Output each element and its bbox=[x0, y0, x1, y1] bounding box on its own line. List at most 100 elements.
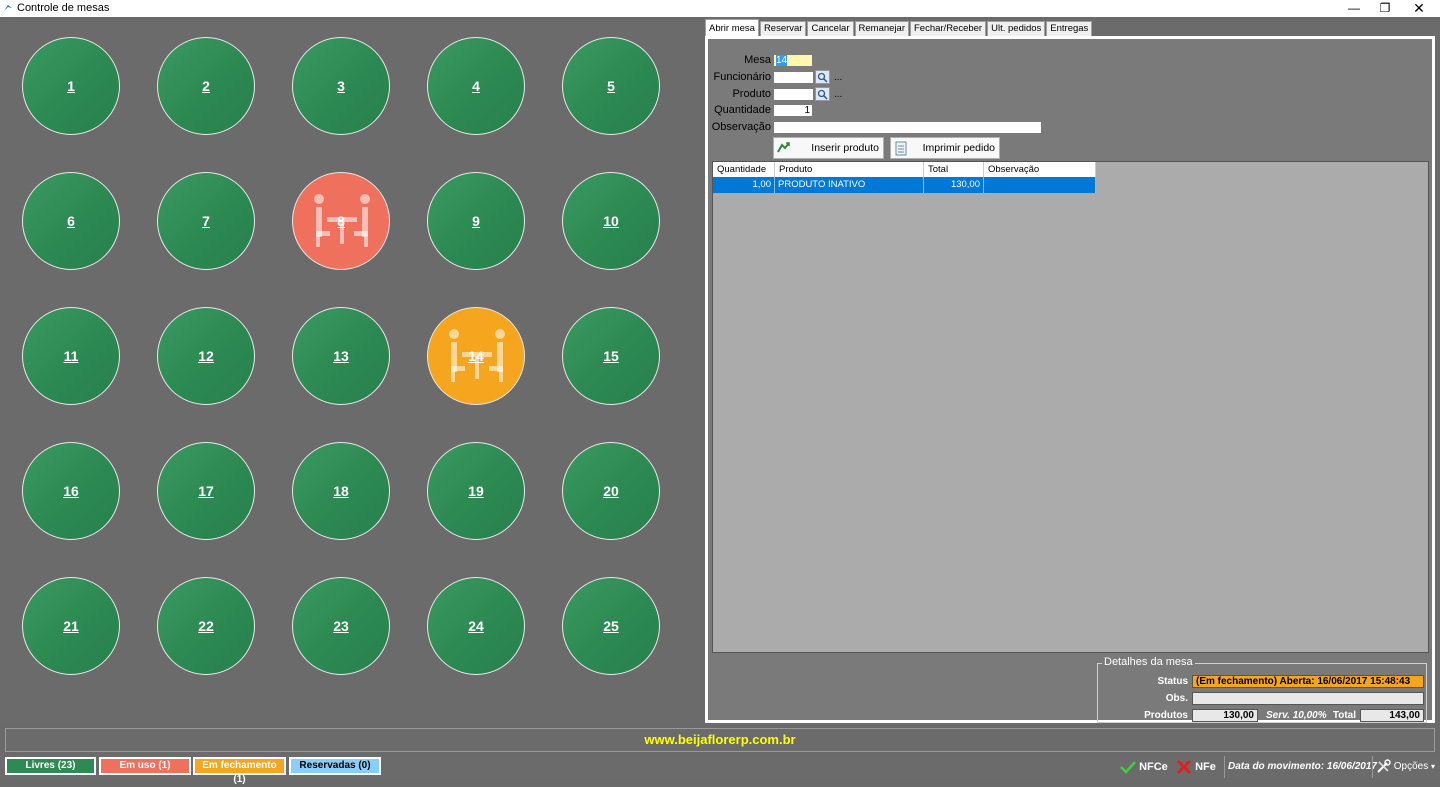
table-7-button[interactable]: 7 bbox=[157, 172, 255, 270]
col-header-total[interactable]: Total bbox=[924, 162, 984, 177]
document-icon bbox=[895, 141, 907, 156]
funcionario-search-button[interactable] bbox=[815, 70, 830, 84]
table-number: 25 bbox=[603, 618, 619, 634]
cell-produto: PRODUTO INATIVO bbox=[775, 177, 924, 193]
nfce-label: NFCe bbox=[1139, 761, 1168, 773]
table-number: 9 bbox=[472, 213, 480, 229]
tab-cancelar[interactable]: Cancelar bbox=[807, 21, 854, 36]
table-21-button[interactable]: 21 bbox=[22, 577, 120, 675]
table-number: 5 bbox=[607, 78, 615, 94]
insert-arrow-icon bbox=[777, 142, 790, 153]
table-number: 7 bbox=[202, 213, 210, 229]
website-link[interactable]: www.beijaflorerp.com.br bbox=[644, 732, 795, 747]
table-number: 12 bbox=[198, 348, 214, 364]
magnifier-icon bbox=[817, 72, 828, 83]
tab-page-abrir-mesa: Mesa 14 Funcionário ... Produto ... Quan… bbox=[705, 36, 1435, 723]
tab-entregas[interactable]: Entregas bbox=[1046, 21, 1093, 36]
table-5-button[interactable]: 5 bbox=[562, 37, 660, 135]
table-22-button[interactable]: 22 bbox=[157, 577, 255, 675]
table-16-button[interactable]: 16 bbox=[22, 442, 120, 540]
table-number: 11 bbox=[63, 348, 79, 364]
tab-remanejar[interactable]: Remanejar bbox=[854, 21, 909, 36]
nfe-status[interactable]: NFe bbox=[1176, 758, 1216, 776]
table-15-button[interactable]: 15 bbox=[562, 307, 660, 405]
table-23-button[interactable]: 23 bbox=[292, 577, 390, 675]
nfce-status[interactable]: NFCe bbox=[1120, 758, 1168, 776]
table-number: 4 bbox=[472, 78, 480, 94]
table-number: 17 bbox=[198, 483, 214, 499]
produto-name-placeholder: ... bbox=[834, 89, 843, 100]
app-icon bbox=[4, 5, 12, 11]
table-11-button[interactable]: 11 bbox=[22, 307, 120, 405]
print-order-button[interactable]: Imprimir pedido bbox=[890, 137, 1000, 159]
funcionario-name-placeholder: ... bbox=[834, 72, 843, 83]
table-17-button[interactable]: 17 bbox=[157, 442, 255, 540]
close-button[interactable]: ✕ bbox=[1401, 0, 1437, 17]
table-10-button[interactable]: 10 bbox=[562, 172, 660, 270]
table-number: 19 bbox=[468, 483, 484, 499]
table-number: 13 bbox=[333, 348, 349, 364]
tab-fechar-receber[interactable]: Fechar/Receber bbox=[909, 21, 987, 36]
right-panel: Abrir mesa Reservar Cancelar Remanejar F… bbox=[703, 17, 1440, 725]
legend-reserved[interactable]: Reservadas (0) bbox=[289, 757, 381, 775]
produtos-label: Produtos bbox=[1144, 710, 1188, 721]
maximize-button[interactable]: ❐ bbox=[1367, 0, 1403, 17]
legend-in-use[interactable]: Em uso (1) bbox=[99, 757, 191, 775]
produto-search-button[interactable] bbox=[815, 87, 830, 101]
col-header-produto[interactable]: Produto bbox=[775, 162, 924, 177]
table-1-button[interactable]: 1 bbox=[22, 37, 120, 135]
table-18-button[interactable]: 18 bbox=[292, 442, 390, 540]
website-bar: www.beijaflorerp.com.br bbox=[5, 728, 1435, 752]
table-19-button[interactable]: 19 bbox=[427, 442, 525, 540]
table-8-button[interactable]: 8 bbox=[292, 172, 390, 270]
status-label: Status bbox=[1157, 676, 1188, 687]
quantidade-input[interactable]: 1 bbox=[773, 104, 813, 117]
insert-product-button[interactable]: Inserir produto bbox=[773, 137, 884, 159]
table-24-button[interactable]: 24 bbox=[427, 577, 525, 675]
status-value: (Em fechamento) Aberta: 16/06/2017 15:48… bbox=[1192, 675, 1424, 688]
table-row[interactable]: 1,00 PRODUTO INATIVO 130,00 bbox=[713, 177, 1096, 193]
table-25-button[interactable]: 25 bbox=[562, 577, 660, 675]
tab-strip: Abrir mesa Reservar Cancelar Remanejar F… bbox=[705, 19, 1093, 37]
window-title: Controle de mesas bbox=[17, 2, 110, 14]
table-number: 2 bbox=[202, 78, 210, 94]
col-header-observacao[interactable]: Observação bbox=[984, 162, 1096, 177]
table-number: 16 bbox=[63, 483, 79, 499]
tab-reservar[interactable]: Reservar bbox=[759, 21, 807, 36]
table-6-button[interactable]: 6 bbox=[22, 172, 120, 270]
total-value: 143,00 bbox=[1360, 709, 1424, 722]
print-order-label: Imprimir pedido bbox=[922, 142, 995, 154]
table-number: 10 bbox=[603, 213, 619, 229]
table-number: 22 bbox=[198, 618, 214, 634]
table-4-button[interactable]: 4 bbox=[427, 37, 525, 135]
table-3-button[interactable]: 3 bbox=[292, 37, 390, 135]
mesa-input[interactable]: 14 bbox=[773, 54, 813, 67]
grid-header: Quantidade Produto Total Observação bbox=[713, 162, 1096, 178]
legend-free[interactable]: Livres (23) bbox=[5, 757, 96, 775]
observacao-input[interactable] bbox=[773, 121, 1042, 134]
table-12-button[interactable]: 12 bbox=[157, 307, 255, 405]
table-number: 21 bbox=[63, 618, 79, 634]
table-number: 24 bbox=[468, 618, 484, 634]
table-14-button[interactable]: 14 bbox=[427, 307, 525, 405]
magnifier-icon bbox=[817, 89, 828, 100]
legend-closing[interactable]: Em fechamento (1) bbox=[193, 757, 286, 785]
produto-input[interactable] bbox=[773, 88, 814, 101]
mesa-value: 14 bbox=[776, 55, 788, 66]
table-20-button[interactable]: 20 bbox=[562, 442, 660, 540]
table-number: 15 bbox=[603, 348, 619, 364]
col-header-quantidade[interactable]: Quantidade bbox=[713, 162, 775, 177]
details-legend: Detalhes da mesa bbox=[1102, 656, 1195, 668]
nfe-label: NFe bbox=[1195, 761, 1216, 773]
table-2-button[interactable]: 2 bbox=[157, 37, 255, 135]
table-9-button[interactable]: 9 bbox=[427, 172, 525, 270]
status-separator bbox=[1224, 756, 1225, 778]
table-13-button[interactable]: 13 bbox=[292, 307, 390, 405]
funcionario-input[interactable] bbox=[773, 71, 814, 84]
table-details-group: Detalhes da mesa Status (Em fechamento) … bbox=[1097, 656, 1427, 723]
funcionario-label: Funcionário bbox=[713, 71, 771, 83]
order-grid: Quantidade Produto Total Observação 1,00… bbox=[712, 161, 1429, 653]
tab-ult-pedidos[interactable]: Ult. pedidos bbox=[987, 21, 1046, 36]
options-dropdown[interactable]: Opções ▾ bbox=[1376, 758, 1435, 776]
tab-abrir-mesa[interactable]: Abrir mesa bbox=[705, 19, 759, 36]
